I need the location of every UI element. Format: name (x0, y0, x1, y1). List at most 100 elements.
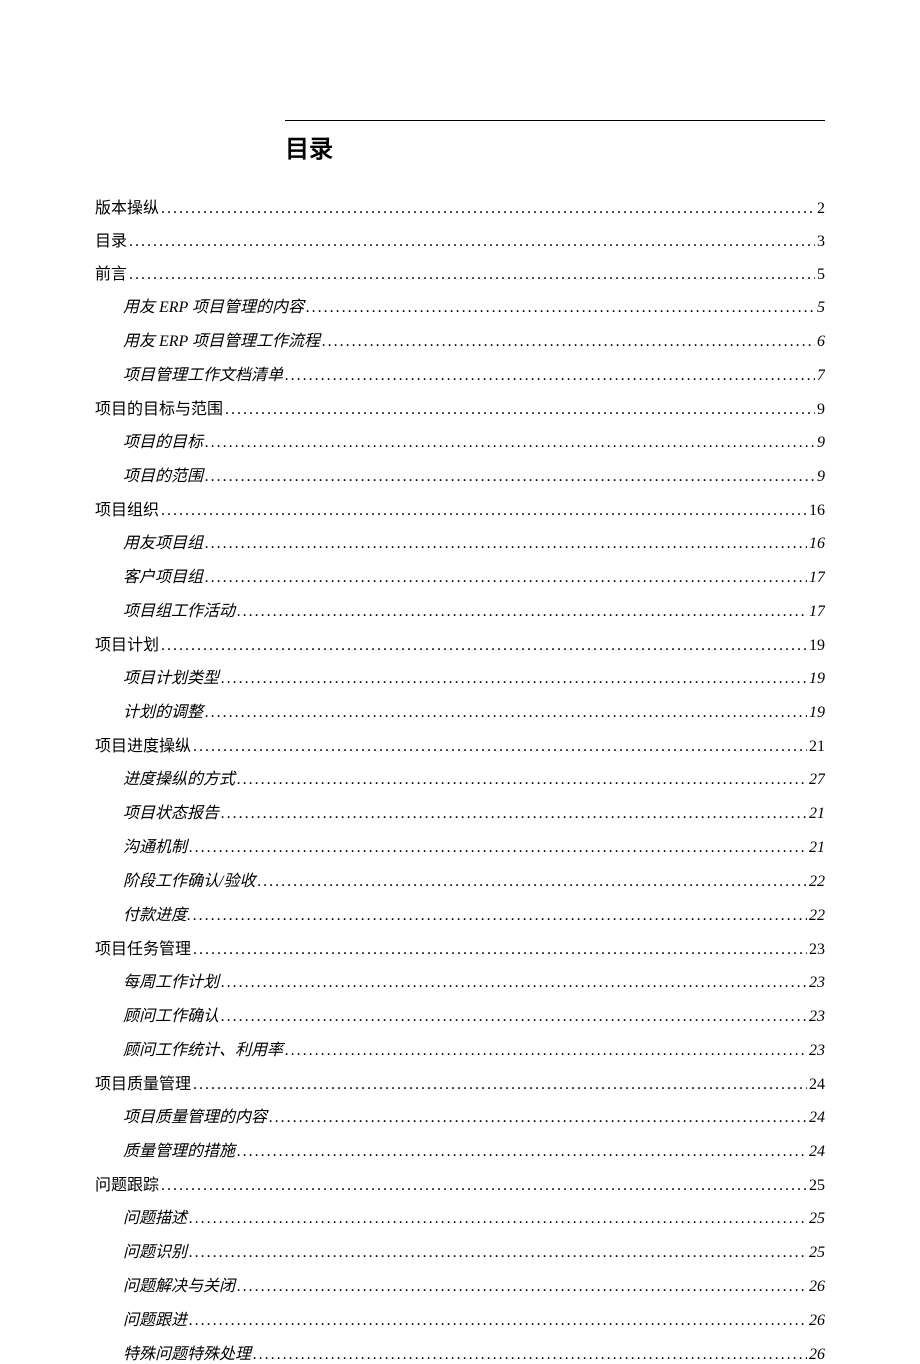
toc-label: 项目管理工作文档清单 (123, 361, 283, 385)
toc-label: 项目计划类型 (123, 664, 219, 688)
toc-entry: 项目的目标 9 (95, 428, 825, 452)
toc-page-number: 5 (817, 266, 825, 284)
toc-page-number: 19 (809, 637, 825, 655)
toc-page-number: 2 (817, 200, 825, 218)
toc-page-number: 21 (809, 839, 825, 857)
toc-leader-dots (257, 873, 807, 891)
toc-leader-dots (129, 266, 815, 284)
toc-page-number: 3 (817, 233, 825, 251)
toc-leader-dots (285, 367, 815, 385)
toc-entry: 用友 ERP 项目管理的内容5 (95, 293, 825, 317)
toc-page-number: 23 (809, 974, 825, 992)
toc-label: 沟通机制 (123, 833, 187, 857)
toc-entry: 项目计划19 (95, 631, 825, 655)
toc-leader-dots (306, 299, 815, 317)
toc-page-number: 21 (809, 805, 825, 823)
toc-leader-dots (205, 535, 807, 553)
page-title: 目录 (285, 129, 825, 164)
toc-page-number: 9 (817, 401, 825, 419)
toc-entry: 项目组工作活动17 (95, 597, 825, 621)
toc-entry: 项目的范围 9 (95, 462, 825, 486)
toc-label: 进度操纵的方式 (123, 765, 235, 789)
toc-label: 项目进度操纵 (95, 732, 191, 756)
toc-label: 客户项目组 (123, 563, 203, 587)
toc-page-number: 24 (809, 1143, 825, 1161)
toc-label: 阶段工作确认/验收 (123, 867, 255, 891)
toc-entry: 计划的调整19 (95, 698, 825, 722)
toc-label: 问题跟进 (123, 1306, 187, 1330)
toc-leader-dots (205, 434, 815, 452)
toc-entry: 付款进度.22 (95, 901, 825, 925)
toc-leader-dots (237, 1143, 807, 1161)
toc-leader-dots (221, 1008, 807, 1026)
toc-label: 质量管理的措施 (123, 1137, 235, 1161)
toc-entry: 版本操纵 2 (95, 194, 825, 218)
toc-leader-dots (161, 502, 807, 520)
toc-entry: 阶段工作确认/验收 22 (95, 867, 825, 891)
toc-label: 问题解决与关闭 (123, 1272, 235, 1296)
toc-page-number: 17 (809, 569, 825, 587)
toc-label: 顾问工作统计、利用率 (123, 1036, 283, 1060)
toc-leader-dots (269, 1109, 807, 1127)
toc-label: 用友项目组 (123, 529, 203, 553)
toc-leader-dots (225, 401, 815, 419)
toc-entry: 前言 5 (95, 260, 825, 284)
toc-entry: 项目的目标与范围9 (95, 395, 825, 419)
toc-label: 用友 ERP 项目管理的内容 (123, 293, 304, 317)
toc-leader-dots (221, 974, 807, 992)
toc-page-number: 24 (809, 1076, 825, 1094)
toc-label: 项目的范围 (123, 462, 203, 486)
toc-page-number: 24 (809, 1109, 825, 1127)
toc-page-number: 9 (817, 468, 825, 486)
toc-label: 顾问工作确认 (123, 1002, 219, 1026)
toc-entry: 问题跟踪 25 (95, 1171, 825, 1195)
toc-page-number: 26 (809, 1312, 825, 1330)
toc-page-number: 19 (809, 670, 825, 688)
toc-page-number: 9 (817, 434, 825, 452)
toc-label: 项目质量管理 (95, 1070, 191, 1094)
toc-leader-dots (221, 805, 807, 823)
toc-label: 问题跟踪 (95, 1171, 159, 1195)
toc-entry: 特殊问题特殊处理 26 (95, 1340, 825, 1364)
toc-label: 前言 (95, 260, 127, 284)
toc-entry: 顾问工作确认23 (95, 1002, 825, 1026)
toc-page-number: 7 (817, 367, 825, 385)
toc-page-number: 22 (809, 873, 825, 891)
toc-entry: 问题跟进 26 (95, 1306, 825, 1330)
toc-entry: 进度操纵的方式27 (95, 765, 825, 789)
toc-label: 项目的目标 (123, 428, 203, 452)
toc-leader-dots (285, 1042, 807, 1060)
toc-leader-dots (189, 839, 807, 857)
toc-leader-dots (193, 907, 807, 925)
toc-page-number: 6 (817, 333, 825, 351)
toc-leader-dots (322, 333, 815, 351)
table-of-contents: 版本操纵2目录3前言5用友 ERP 项目管理的内容5用友 ERP 项目管理工作流… (95, 194, 825, 1364)
toc-label: 特殊问题特殊处理 (123, 1340, 251, 1364)
toc-page-number: 26 (809, 1346, 825, 1364)
toc-page-number: 23 (809, 1042, 825, 1060)
toc-leader-dots (205, 704, 807, 722)
toc-leader-dots (193, 738, 807, 756)
toc-leader-dots (129, 233, 815, 251)
header-divider (285, 120, 825, 121)
toc-leader-dots (205, 468, 815, 486)
toc-leader-dots (221, 670, 807, 688)
toc-label: 问题识别 (123, 1238, 187, 1262)
toc-page-number: 25 (809, 1210, 825, 1228)
toc-label: 版本操纵 (95, 194, 159, 218)
toc-leader-dots (237, 603, 807, 621)
toc-entry: 问题解决与关闭26 (95, 1272, 825, 1296)
toc-entry: 项目管理工作文档清单 7 (95, 361, 825, 385)
toc-label: 项目任务管理 (95, 935, 191, 959)
toc-page-number: 25 (809, 1177, 825, 1195)
toc-entry: 项目任务管理23 (95, 935, 825, 959)
toc-label: 付款进度. (123, 901, 191, 925)
toc-label: 每周工作计划 (123, 968, 219, 992)
toc-entry: 用友 ERP 项目管理工作流程6 (95, 327, 825, 351)
toc-entry: 顾问工作统计、利用率 23 (95, 1036, 825, 1060)
toc-entry: 每周工作计划 23 (95, 968, 825, 992)
toc-entry: 沟通机制 21 (95, 833, 825, 857)
toc-entry: 项目质量管理 24 (95, 1070, 825, 1094)
toc-page-number: 21 (809, 738, 825, 756)
toc-leader-dots (237, 771, 807, 789)
